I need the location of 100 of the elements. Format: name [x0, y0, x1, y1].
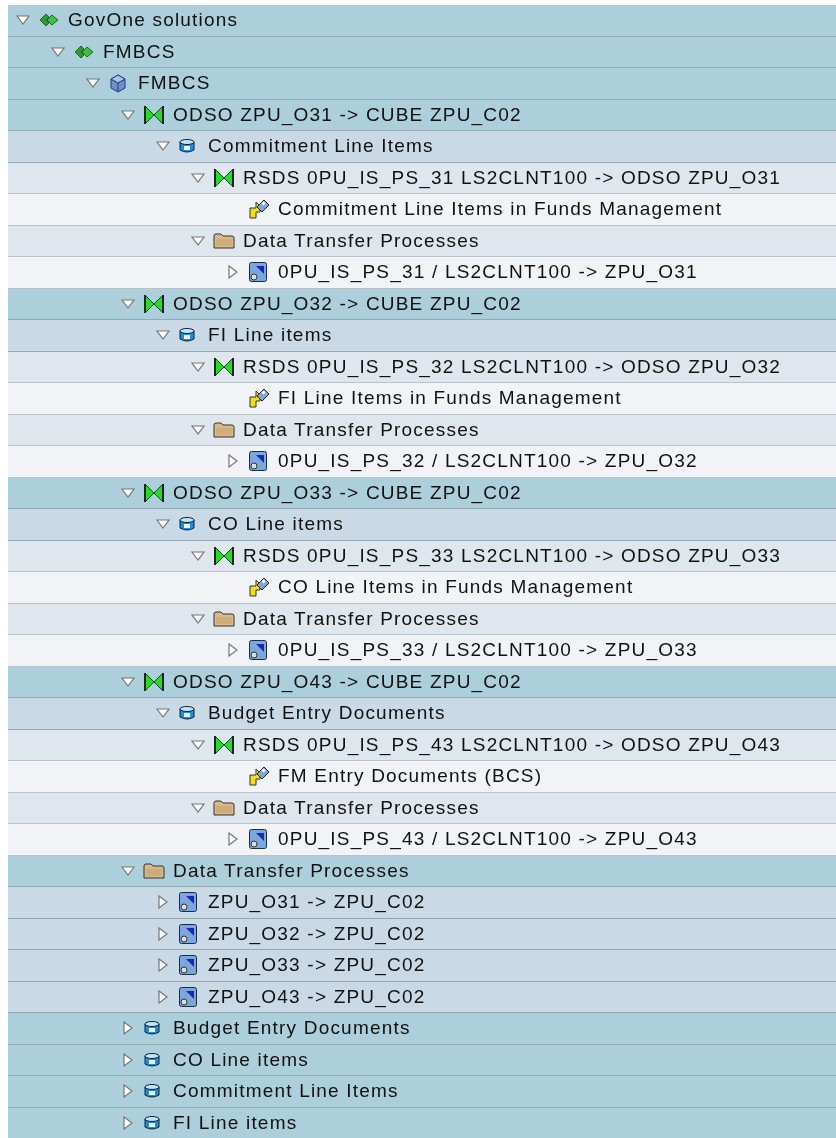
tree-row[interactable]: CO Line Items in Funds Management — [8, 572, 836, 604]
tree-row[interactable]: FMBCS — [8, 36, 836, 68]
collapse-triangle-icon[interactable] — [191, 800, 205, 815]
tree-row[interactable]: Budget Entry Documents — [8, 1013, 836, 1045]
expand-triangle-icon[interactable] — [121, 1052, 135, 1067]
node-label: ODSO ZPU_O32 -> CUBE ZPU_C02 — [173, 292, 522, 315]
node-label: FI Line items — [173, 1111, 298, 1134]
process-icon — [178, 954, 198, 977]
tree-row[interactable]: FMBCS — [8, 68, 836, 100]
tree-row[interactable]: Budget Entry Documents — [8, 698, 836, 730]
process-icon — [248, 450, 268, 473]
collapse-triangle-icon[interactable] — [121, 674, 135, 689]
collapse-triangle-icon[interactable] — [191, 359, 205, 374]
tree-row[interactable]: 0PU_IS_PS_31 / LS2CLNT100 -> ZPU_O31 — [8, 257, 836, 289]
node-label: Commitment Line Items — [173, 1080, 399, 1103]
tree-row[interactable]: 0PU_IS_PS_33 / LS2CLNT100 -> ZPU_O33 — [8, 635, 836, 667]
node-label: ZPU_O43 -> ZPU_C02 — [208, 985, 426, 1008]
tree-row[interactable]: Commitment Line Items — [8, 1076, 836, 1108]
bowtie-icon — [213, 166, 235, 189]
double-diamond-icon — [38, 12, 60, 29]
tree-row[interactable]: CO Line items — [8, 1044, 836, 1076]
node-label: Budget Entry Documents — [173, 1017, 411, 1040]
tree-row[interactable]: ODSO ZPU_O43 -> CUBE ZPU_C02 — [8, 666, 836, 698]
tree-row[interactable]: ZPU_O31 -> ZPU_C02 — [8, 887, 836, 919]
tree-row[interactable]: ODSO ZPU_O33 -> CUBE ZPU_C02 — [8, 477, 836, 509]
node-label: Data Transfer Processes — [243, 418, 480, 441]
collapse-triangle-icon[interactable] — [191, 170, 205, 185]
node-label: FI Line Items in Funds Management — [278, 387, 622, 410]
process-icon — [248, 639, 268, 662]
tree-row[interactable]: 0PU_IS_PS_32 / LS2CLNT100 -> ZPU_O32 — [8, 446, 836, 478]
database-icon — [178, 705, 196, 722]
folder-icon — [213, 231, 235, 250]
expand-triangle-icon[interactable] — [156, 958, 170, 973]
process-icon — [178, 985, 198, 1008]
node-label: Data Transfer Processes — [243, 607, 480, 630]
collapse-triangle-icon[interactable] — [191, 611, 205, 626]
tree-row[interactable]: ODSO ZPU_O32 -> CUBE ZPU_C02 — [8, 288, 836, 320]
tree-row[interactable]: ODSO ZPU_O31 -> CUBE ZPU_C02 — [8, 99, 836, 131]
tree-row[interactable]: FM Entry Documents (BCS) — [8, 761, 836, 793]
expand-triangle-icon[interactable] — [156, 895, 170, 910]
tree-row[interactable]: RSDS 0PU_IS_PS_31 LS2CLNT100 -> ODSO ZPU_O31 — [8, 162, 836, 194]
tree-row[interactable]: ZPU_O32 -> ZPU_C02 — [8, 918, 836, 950]
folder-icon — [213, 609, 235, 628]
tree-row[interactable]: Data Transfer Processes — [8, 225, 836, 257]
collapse-triangle-icon[interactable] — [191, 233, 205, 248]
double-diamond-icon — [73, 43, 95, 60]
collapse-triangle-icon[interactable] — [121, 296, 135, 311]
expand-triangle-icon[interactable] — [121, 1021, 135, 1036]
tree-row[interactable]: FI Line Items in Funds Management — [8, 383, 836, 415]
collapse-triangle-icon[interactable] — [121, 485, 135, 500]
node-label: ZPU_O31 -> ZPU_C02 — [208, 891, 426, 914]
expand-triangle-icon[interactable] — [121, 1084, 135, 1099]
tree-row[interactable]: Commitment Line Items in Funds Management — [8, 194, 836, 226]
tree-row[interactable]: CO Line items — [8, 509, 836, 541]
node-label: CO Line Items in Funds Management — [278, 576, 634, 599]
tree-row[interactable]: Data Transfer Processes — [8, 792, 836, 824]
tree-row[interactable]: RSDS 0PU_IS_PS_43 LS2CLNT100 -> ODSO ZPU_O43 — [8, 729, 836, 761]
node-label: 0PU_IS_PS_31 / LS2CLNT100 -> ZPU_O31 — [278, 261, 698, 284]
collapse-triangle-icon[interactable] — [191, 422, 205, 437]
tree-row[interactable]: Data Transfer Processes — [8, 414, 836, 446]
bowtie-icon — [213, 355, 235, 378]
node-label: FMBCS — [138, 72, 211, 95]
tree-row[interactable]: FI Line items — [8, 320, 836, 352]
tree-row[interactable]: GovOne solutions — [8, 5, 836, 37]
tree-row[interactable]: Data Transfer Processes — [8, 603, 836, 635]
expand-triangle-icon[interactable] — [156, 989, 170, 1004]
tree-row[interactable]: Commitment Line Items — [8, 131, 836, 163]
node-label: Commitment Line Items in Funds Management — [278, 198, 723, 221]
expand-triangle-icon[interactable] — [226, 265, 240, 280]
process-icon — [248, 828, 268, 851]
tree-row[interactable]: RSDS 0PU_IS_PS_32 LS2CLNT100 -> ODSO ZPU_O32 — [8, 351, 836, 383]
node-label: ODSO ZPU_O31 -> CUBE ZPU_C02 — [173, 103, 522, 126]
tree-row[interactable]: Data Transfer Processes — [8, 855, 836, 887]
node-label: GovOne solutions — [68, 9, 239, 32]
expand-triangle-icon[interactable] — [121, 1115, 135, 1130]
collapse-triangle-icon[interactable] — [191, 548, 205, 563]
expand-triangle-icon[interactable] — [226, 643, 240, 658]
collapse-triangle-icon[interactable] — [191, 737, 205, 752]
bowtie-icon — [143, 481, 165, 504]
node-label: Data Transfer Processes — [243, 229, 480, 252]
plug-card-icon — [248, 576, 270, 599]
tree-row[interactable]: ZPU_O43 -> ZPU_C02 — [8, 981, 836, 1013]
node-label: CO Line items — [173, 1048, 309, 1071]
tree-row[interactable]: RSDS 0PU_IS_PS_33 LS2CLNT100 -> ODSO ZPU_O33 — [8, 540, 836, 572]
expand-triangle-icon[interactable] — [226, 832, 240, 847]
database-icon — [143, 1114, 161, 1131]
tree-row[interactable]: 0PU_IS_PS_43 / LS2CLNT100 -> ZPU_O43 — [8, 824, 836, 856]
expand-triangle-icon[interactable] — [156, 926, 170, 941]
collapse-triangle-icon[interactable] — [121, 863, 135, 878]
bowtie-icon — [143, 670, 165, 693]
database-icon — [178, 327, 196, 344]
collapse-triangle-icon[interactable] — [51, 44, 65, 59]
cube-icon — [108, 73, 128, 94]
tree-row[interactable]: FI Line items — [8, 1107, 836, 1138]
expand-triangle-icon[interactable] — [226, 454, 240, 469]
tree-row[interactable]: ZPU_O33 -> ZPU_C02 — [8, 950, 836, 982]
node-label: CO Line items — [208, 513, 344, 536]
collapse-triangle-icon[interactable] — [121, 107, 135, 122]
node-label: ODSO ZPU_O33 -> CUBE ZPU_C02 — [173, 481, 522, 504]
database-icon — [143, 1020, 161, 1037]
